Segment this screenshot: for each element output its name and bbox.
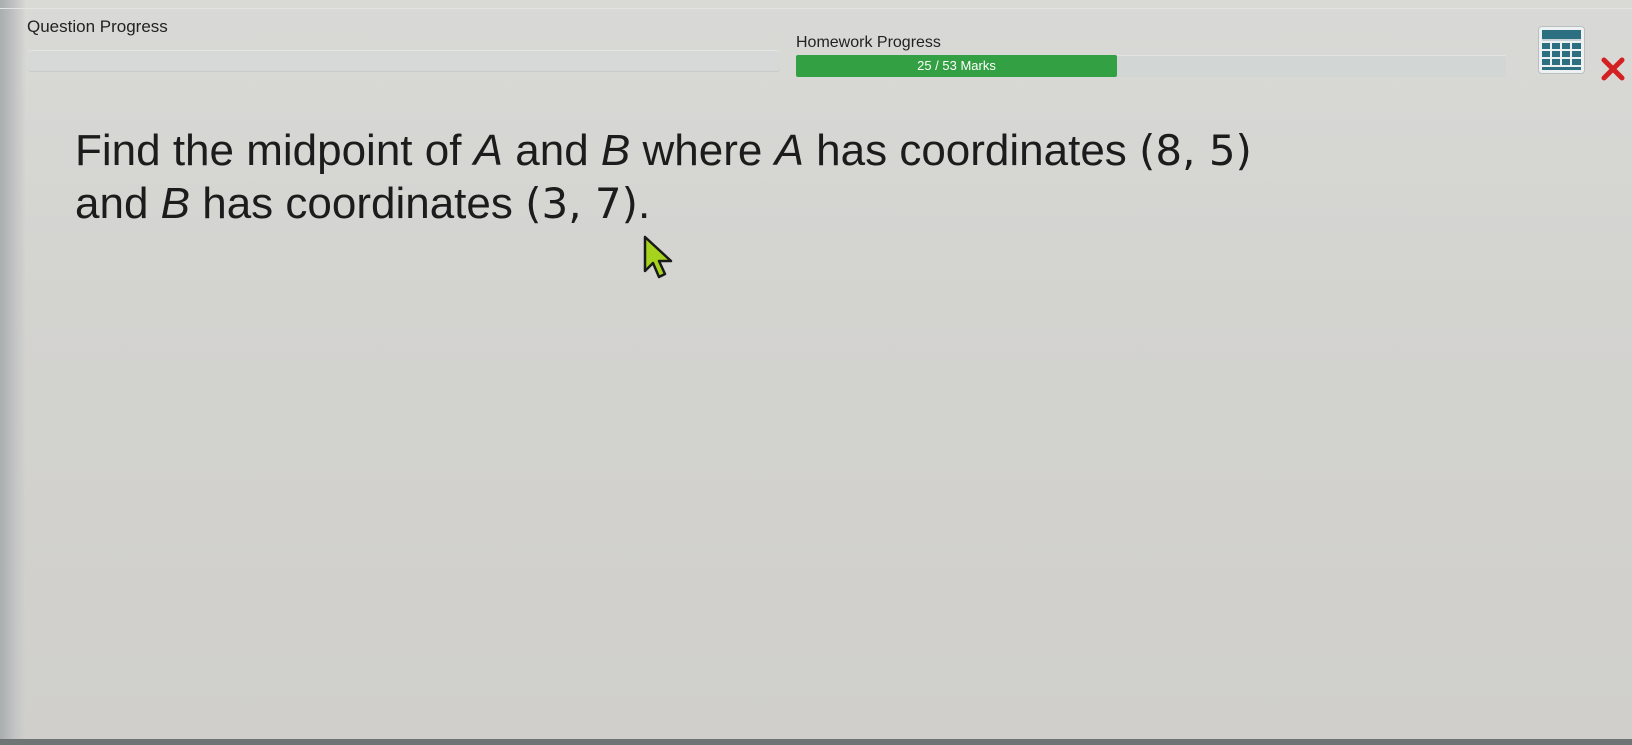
close-icon — [1601, 57, 1625, 81]
point-b-coordinates: (3, 7) — [525, 179, 639, 228]
homework-progress-bar: 25 / 53 Marks — [796, 55, 1506, 77]
homework-progress-text: 25 / 53 Marks — [917, 58, 996, 73]
mouse-pointer-icon — [643, 235, 673, 279]
question-text-part: where — [630, 126, 775, 175]
question-progress-label: Question Progress — [27, 17, 168, 36]
point-b-label: B — [600, 126, 631, 175]
question-progress-bar — [28, 50, 780, 72]
point-b-label: B — [160, 179, 190, 228]
question-text-part: has coordinates — [803, 126, 1140, 175]
point-a-label: A — [473, 126, 504, 175]
question-text: Find the midpoint of A and B where A has… — [75, 124, 1495, 230]
calculator-icon — [1539, 27, 1584, 73]
question-text-part: has coordinates — [190, 179, 526, 228]
homework-progress-fill: 25 / 53 Marks — [796, 55, 1117, 77]
question-text-part: Find the midpoint of — [75, 126, 474, 175]
question-text-part: and — [503, 126, 601, 175]
homework-progress-label: Homework Progress — [796, 34, 941, 51]
point-a-label: A — [774, 126, 804, 175]
point-a-coordinates: (8, 5) — [1139, 126, 1252, 175]
close-button[interactable] — [1599, 55, 1627, 83]
screen-bottom-edge — [0, 739, 1632, 745]
question-period: . — [638, 179, 651, 228]
top-divider — [0, 8, 1632, 9]
calculator-button[interactable] — [1539, 27, 1584, 73]
question-text-part: and — [75, 179, 161, 228]
screen-edge-shadow — [0, 0, 26, 745]
